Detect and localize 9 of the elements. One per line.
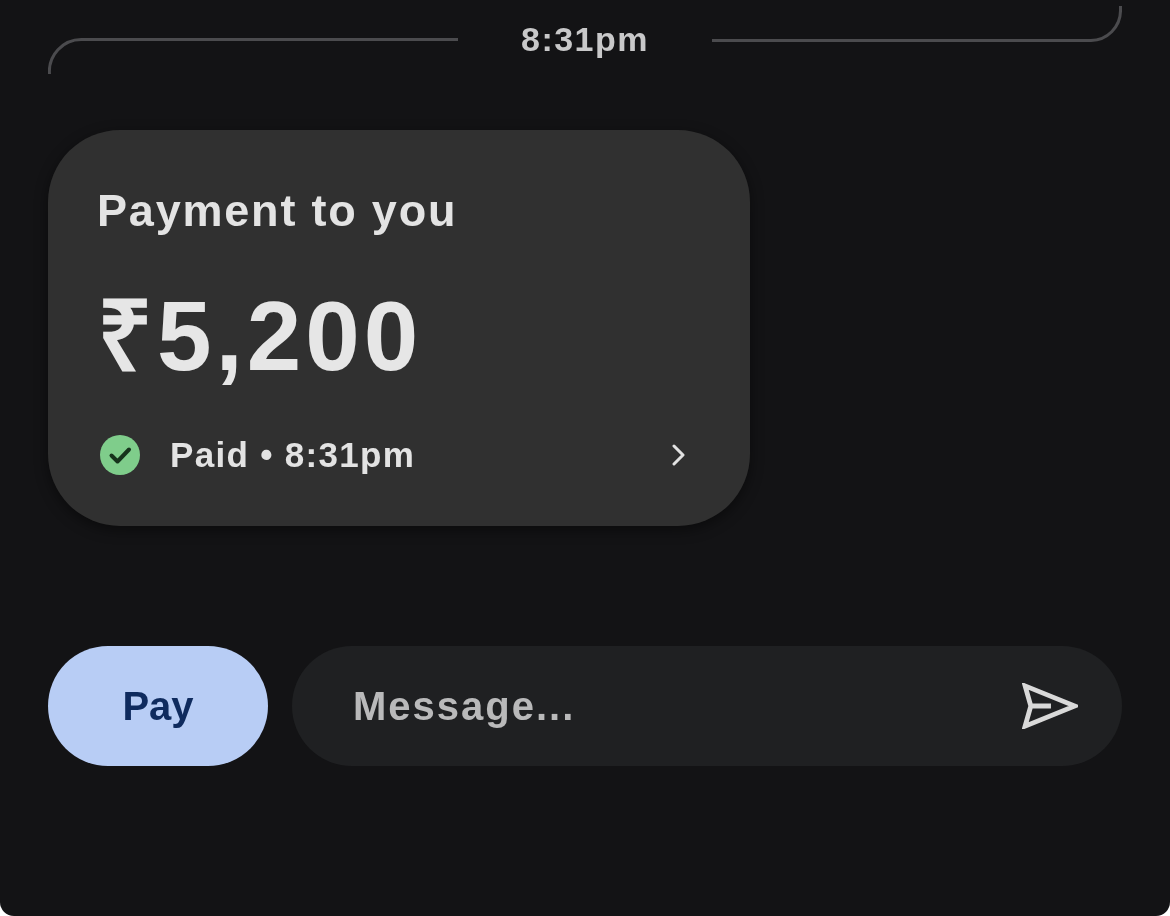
chevron-right-icon[interactable] bbox=[672, 443, 686, 466]
pay-button[interactable]: Pay bbox=[48, 646, 268, 766]
timestamp: 8:31pm bbox=[520, 20, 650, 60]
payment-title: Payment to you bbox=[97, 185, 459, 237]
payment-status: Paid • 8:31pm bbox=[170, 434, 416, 475]
payment-card[interactable]: Payment to you ₹5,200 Paid • 8:31pm bbox=[48, 130, 750, 526]
send-icon[interactable] bbox=[1022, 683, 1078, 729]
payment-amount: ₹5,200 bbox=[97, 286, 424, 385]
message-field[interactable]: Message... bbox=[292, 646, 1122, 766]
